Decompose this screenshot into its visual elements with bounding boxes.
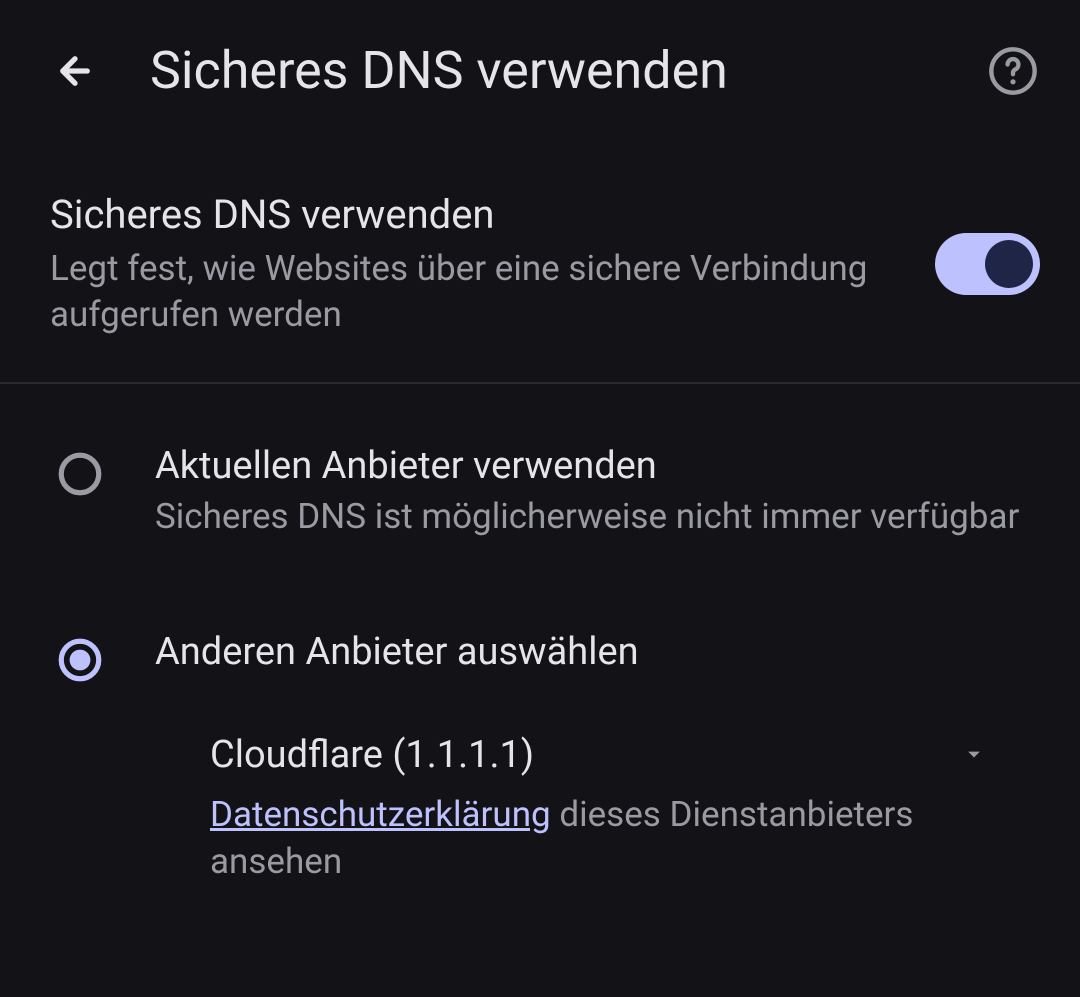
radio-unchecked-icon bbox=[55, 449, 105, 499]
page-title: Sicheres DNS verwenden bbox=[150, 40, 935, 101]
chevron-down-icon bbox=[960, 740, 988, 768]
provider-radio-group: Aktuellen Anbieter verwenden Sicheres DN… bbox=[0, 384, 1080, 915]
help-button[interactable] bbox=[985, 43, 1040, 98]
radio-use-current-provider[interactable]: Aktuellen Anbieter verwenden Sicheres DN… bbox=[55, 424, 1040, 560]
radio-title: Aktuellen Anbieter verwenden bbox=[155, 444, 1040, 488]
section-text: Sicheres DNS verwenden Legt fest, wie We… bbox=[50, 191, 905, 337]
privacy-link[interactable]: Datenschutzerklärung bbox=[210, 794, 551, 835]
toggle-description: Legt fest, wie Websites über eine sicher… bbox=[50, 246, 905, 337]
radio-content: Anderen Anbieter auswählen bbox=[155, 630, 1040, 680]
secure-dns-toggle[interactable] bbox=[935, 233, 1040, 295]
help-icon bbox=[987, 45, 1039, 97]
back-button[interactable] bbox=[50, 46, 100, 96]
provider-dropdown[interactable]: Cloudflare (1.1.1.1) bbox=[210, 733, 990, 777]
dropdown-arrow bbox=[960, 740, 990, 770]
dropdown-selected-label: Cloudflare (1.1.1.1) bbox=[210, 733, 534, 777]
radio-button-selected bbox=[55, 635, 105, 685]
radio-description: Sicheres DNS ist möglicherweise nicht im… bbox=[155, 494, 1040, 540]
privacy-text: Datenschutzerklärung dieses Dienstanbiet… bbox=[210, 791, 990, 886]
radio-checked-icon bbox=[55, 635, 105, 685]
radio-title: Anderen Anbieter auswählen bbox=[155, 630, 1040, 674]
toggle-title: Sicheres DNS verwenden bbox=[50, 191, 905, 238]
toggle-thumb bbox=[985, 240, 1033, 288]
header: Sicheres DNS verwenden bbox=[0, 0, 1080, 141]
provider-dropdown-area: Cloudflare (1.1.1.1) Datenschutzerklärun… bbox=[210, 733, 1040, 886]
radio-button-unselected bbox=[55, 449, 105, 499]
secure-dns-toggle-section: Sicheres DNS verwenden Legt fest, wie We… bbox=[0, 141, 1080, 382]
radio-choose-other-provider[interactable]: Anderen Anbieter auswählen bbox=[55, 610, 1040, 705]
arrow-left-icon bbox=[54, 50, 96, 92]
radio-content: Aktuellen Anbieter verwenden Sicheres DN… bbox=[155, 444, 1040, 540]
